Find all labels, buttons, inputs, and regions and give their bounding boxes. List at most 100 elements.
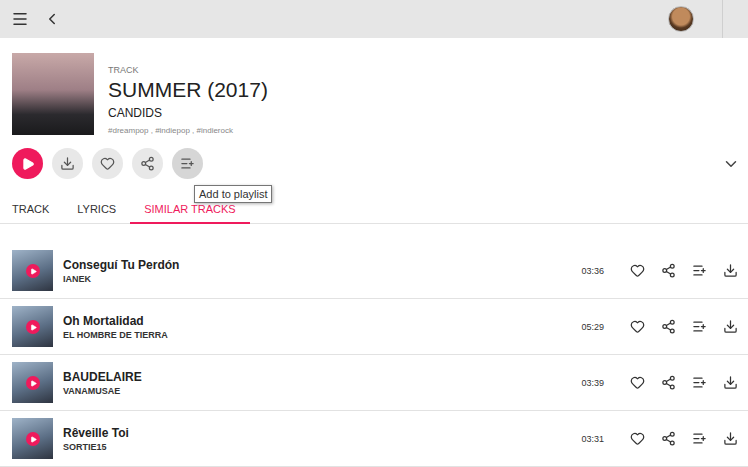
download-button[interactable] bbox=[52, 148, 83, 179]
track-thumbnail bbox=[12, 362, 53, 403]
tooltip: Add to playlist bbox=[194, 185, 272, 203]
thumb-play-button[interactable] bbox=[26, 432, 40, 446]
play-icon bbox=[30, 436, 37, 443]
add-to-playlist-button[interactable] bbox=[692, 431, 707, 446]
row-artist[interactable]: IANEK bbox=[63, 274, 179, 284]
track-thumbnail bbox=[12, 250, 53, 291]
track-thumbnail bbox=[12, 306, 53, 347]
share-button[interactable] bbox=[661, 375, 676, 390]
add-to-playlist-button[interactable] bbox=[692, 263, 707, 278]
share-icon bbox=[140, 156, 155, 171]
track-header: TRACK SUMMER (2017) CANDIDS #dreampop , #in… bbox=[0, 38, 748, 135]
track-tags[interactable]: #dreampop , #indiepop , #indierock bbox=[108, 126, 268, 135]
play-icon bbox=[30, 268, 37, 275]
tab[interactable]: TRACK bbox=[0, 195, 63, 224]
share-button[interactable] bbox=[132, 148, 163, 179]
thumb-play-button[interactable] bbox=[26, 264, 40, 278]
thumb-play-button[interactable] bbox=[26, 376, 40, 390]
menu-button[interactable] bbox=[10, 9, 30, 29]
action-wrap bbox=[12, 148, 43, 179]
download-button[interactable] bbox=[723, 431, 738, 446]
download-button[interactable] bbox=[723, 375, 738, 390]
share-icon bbox=[661, 319, 676, 334]
expand-button[interactable] bbox=[722, 155, 740, 173]
top-bar bbox=[0, 0, 748, 38]
action-wrap bbox=[132, 148, 163, 179]
heart-icon bbox=[630, 319, 645, 334]
play-icon bbox=[30, 380, 37, 387]
row-text: Rêveille Toi SORTIE15 bbox=[63, 426, 129, 452]
download-icon bbox=[723, 431, 738, 446]
row-title[interactable]: BAUDELAIRE bbox=[63, 370, 142, 384]
row-text: BAUDELAIRE VANAMUSAE bbox=[63, 370, 142, 396]
share-button[interactable] bbox=[661, 319, 676, 334]
track-row[interactable]: Rêveille Toi SORTIE15 03:31 bbox=[0, 411, 748, 467]
back-button[interactable] bbox=[42, 9, 62, 29]
download-icon bbox=[723, 263, 738, 278]
row-title[interactable]: Rêveille Toi bbox=[63, 426, 129, 440]
bar-divider bbox=[722, 0, 723, 38]
track-row[interactable]: Oh Mortalidad EL HOMBRE DE TIERRA 05:29 bbox=[0, 299, 748, 355]
user-avatar[interactable] bbox=[668, 6, 694, 32]
share-button[interactable] bbox=[661, 263, 676, 278]
row-duration: 03:36 bbox=[581, 266, 604, 276]
track-artist[interactable]: CANDIDS bbox=[108, 106, 268, 120]
row-artist[interactable]: SORTIE15 bbox=[63, 442, 129, 452]
row-artist[interactable]: EL HOMBRE DE TIERRA bbox=[63, 330, 168, 340]
tab[interactable]: LYRICS bbox=[63, 195, 130, 224]
download-icon bbox=[723, 375, 738, 390]
row-duration: 05:29 bbox=[581, 322, 604, 332]
download-icon bbox=[60, 156, 75, 171]
chevron-down-icon bbox=[722, 155, 740, 173]
add-to-playlist-button[interactable] bbox=[692, 319, 707, 334]
row-duration: 03:39 bbox=[581, 378, 604, 388]
track-title: SUMMER (2017) bbox=[108, 78, 268, 102]
thumb-play-button[interactable] bbox=[26, 320, 40, 334]
share-button[interactable] bbox=[661, 431, 676, 446]
add-to-playlist-button[interactable] bbox=[172, 148, 203, 179]
share-icon bbox=[661, 431, 676, 446]
action-wrap bbox=[92, 148, 123, 179]
share-icon bbox=[661, 263, 676, 278]
add-to-playlist-button[interactable] bbox=[692, 375, 707, 390]
playlist-icon bbox=[692, 263, 707, 278]
action-wrap: Add to playlist bbox=[172, 148, 203, 179]
track-type: TRACK bbox=[108, 65, 268, 75]
row-duration: 03:31 bbox=[581, 434, 604, 444]
track-page: TRACK SUMMER (2017) CANDIDS #dreampop , #in… bbox=[0, 0, 748, 467]
row-actions bbox=[630, 319, 738, 334]
download-button[interactable] bbox=[723, 319, 738, 334]
like-icon bbox=[100, 156, 115, 171]
like-button[interactable] bbox=[630, 319, 645, 334]
like-button[interactable] bbox=[630, 375, 645, 390]
track-row[interactable]: BAUDELAIRE VANAMUSAE 03:39 bbox=[0, 355, 748, 411]
download-icon bbox=[723, 319, 738, 334]
download-button[interactable] bbox=[723, 263, 738, 278]
play-icon bbox=[21, 157, 35, 171]
track-thumbnail bbox=[12, 418, 53, 459]
row-text: Conseguí Tu Perdón IANEK bbox=[63, 258, 179, 284]
like-button[interactable] bbox=[630, 431, 645, 446]
row-actions bbox=[630, 375, 738, 390]
album-art bbox=[12, 53, 94, 135]
row-actions bbox=[630, 263, 738, 278]
back-arrow-icon bbox=[43, 10, 61, 28]
like-button[interactable] bbox=[630, 263, 645, 278]
like-button[interactable] bbox=[92, 148, 123, 179]
action-bar: Add to playlist bbox=[0, 135, 748, 179]
tab-bar: TRACKLYRICSSIMILAR TRACKS bbox=[0, 195, 748, 224]
play-button[interactable] bbox=[12, 148, 43, 179]
menu-icon bbox=[11, 10, 29, 28]
track-row[interactable]: Conseguí Tu Perdón IANEK 03:36 bbox=[0, 243, 748, 299]
row-title[interactable]: Oh Mortalidad bbox=[63, 314, 168, 328]
row-actions bbox=[630, 431, 738, 446]
playlist-icon bbox=[692, 375, 707, 390]
row-title[interactable]: Conseguí Tu Perdón bbox=[63, 258, 179, 272]
row-artist[interactable]: VANAMUSAE bbox=[63, 386, 142, 396]
similar-tracks-list: Conseguí Tu Perdón IANEK 03:36 Oh Mortalida… bbox=[0, 243, 748, 467]
heart-icon bbox=[630, 431, 645, 446]
playlist-icon bbox=[692, 319, 707, 334]
share-icon bbox=[661, 375, 676, 390]
row-text: Oh Mortalidad EL HOMBRE DE TIERRA bbox=[63, 314, 168, 340]
track-meta: TRACK SUMMER (2017) CANDIDS #dreampop , #in… bbox=[108, 53, 268, 135]
